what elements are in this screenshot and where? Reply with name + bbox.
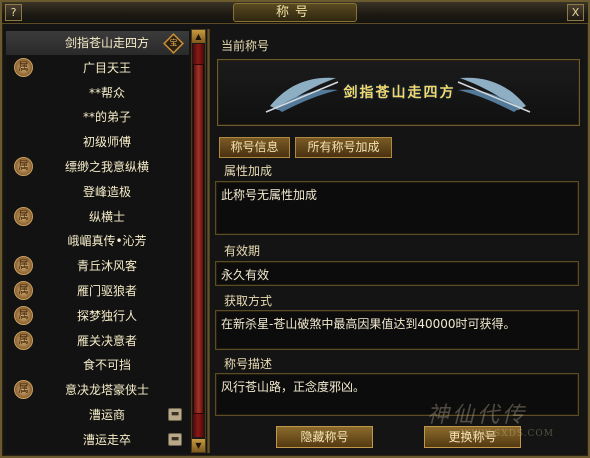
- list-item[interactable]: 属 探梦独行人: [6, 304, 189, 328]
- attr-bonus-label: 属性加成: [224, 164, 273, 178]
- diamond-badge-label: 宝: [169, 39, 178, 48]
- list-item-label: 雁关决意者: [76, 333, 137, 348]
- list-item-label: 雁门驱狼者: [76, 284, 137, 298]
- badge-icon: 属: [14, 281, 33, 300]
- validity-label: 有效期: [224, 244, 261, 258]
- current-title-label: 当前称号: [221, 39, 270, 53]
- obtain-value: 在新杀星-苍山破煞中最高因果值达到40000时可获得。: [221, 317, 516, 331]
- badge-icon: 属: [14, 57, 33, 77]
- title-list: 剑指苍山走四方宝属广目天王 **帮众 **的弟子 初级师傅属缥缈之我意纵横 登峰造极属纵…: [6, 29, 189, 453]
- hide-title-button[interactable]: 隐藏称号: [276, 426, 373, 448]
- list-item[interactable]: 峨嵋真传•沁芳: [6, 229, 189, 253]
- validity-value: 永久有效: [221, 268, 270, 282]
- badge-icon: 属: [14, 206, 33, 226]
- list-item[interactable]: 属 青丘沐风客: [6, 254, 189, 278]
- scroll-down-icon[interactable]: ▼: [192, 439, 205, 452]
- current-title-text: 剑指苍山走四方: [343, 85, 456, 101]
- badge-icon: 属: [14, 380, 33, 400]
- scrollbar[interactable]: ▲ ▼: [191, 29, 206, 453]
- badge-icon: 属: [14, 330, 33, 350]
- lock-icon: ▬: [168, 432, 182, 446]
- list-item[interactable]: 属 雁关决意者: [6, 329, 189, 353]
- obtain-box: 在新杀星-苍山破煞中最高因果值达到40000时可获得。: [215, 310, 579, 350]
- list-item[interactable]: 属 广目天王: [6, 56, 189, 80]
- list-item-label: 初级师傅: [82, 135, 131, 150]
- list-item[interactable]: 初级师傅: [6, 130, 189, 154]
- window-title: 称号: [233, 3, 357, 22]
- list-item-label: **的弟子: [82, 110, 131, 125]
- list-item-label: 意决龙塔豪侠士: [64, 383, 149, 398]
- badge-icon: 属: [14, 256, 33, 276]
- scroll-up-icon[interactable]: ▲: [192, 30, 205, 43]
- list-item-label: 漕运走卒: [82, 432, 131, 447]
- list-item[interactable]: 属 意决龙塔豪侠士: [6, 378, 189, 402]
- titlebar[interactable]: ? 称号 X: [2, 2, 588, 24]
- list-item-label: 广目天王: [82, 60, 131, 75]
- list-item[interactable]: **帮众: [6, 81, 189, 105]
- list-item[interactable]: 漕运商 ▬: [6, 403, 189, 427]
- tab-all-bonus[interactable]: 所有称号加成: [295, 137, 392, 158]
- title-window: ? 称号 X 剑指苍山走四方宝属广目天王 **帮众 **的弟子 初级师傅属缥缈之我意纵…: [0, 0, 590, 458]
- list-item[interactable]: 属 雁门驱狼者: [6, 279, 189, 303]
- panel-divider: [207, 29, 210, 453]
- current-title-banner: 剑指苍山走四方: [217, 59, 580, 126]
- list-item-label: 漕运商: [88, 408, 125, 422]
- change-title-button[interactable]: 更换称号: [424, 426, 521, 448]
- list-item-label: **帮众: [88, 85, 125, 100]
- list-item-label: 剑指苍山走四方: [64, 36, 149, 50]
- list-item[interactable]: 属 纵横士: [6, 205, 189, 229]
- badge-icon: 属: [14, 305, 33, 325]
- help-button[interactable]: ?: [5, 4, 22, 21]
- lock-icon: ▬: [168, 408, 182, 421]
- scroll-track[interactable]: [193, 44, 204, 437]
- attr-bonus-box: 此称号无属性加成: [215, 181, 579, 235]
- list-item[interactable]: 剑指苍山走四方 宝: [6, 31, 189, 55]
- desc-value: 风行苍山路，正念度邪凶。: [221, 380, 366, 394]
- close-button[interactable]: X: [567, 4, 584, 21]
- validity-box: 永久有效: [215, 261, 579, 286]
- list-item-label: 探梦独行人: [76, 308, 137, 323]
- tab-title-info[interactable]: 称号信息: [219, 137, 290, 158]
- list-item[interactable]: 漕运走卒 ▬: [6, 428, 189, 452]
- list-item-label: 缥缈之我意纵横: [64, 160, 149, 174]
- attr-bonus-value: 此称号无属性加成: [221, 188, 318, 202]
- list-item[interactable]: 登峰造极: [6, 180, 189, 204]
- list-item[interactable]: 属 缥缈之我意纵横: [6, 155, 189, 179]
- badge-icon: 属: [14, 157, 33, 176]
- list-item[interactable]: **的弟子: [6, 105, 189, 129]
- list-item[interactable]: 食不可挡: [6, 353, 189, 377]
- desc-box: 风行苍山路，正念度邪凶。: [215, 373, 579, 416]
- scroll-thumb[interactable]: [193, 64, 204, 414]
- list-item-label: 登峰造极: [82, 184, 131, 199]
- obtain-label: 获取方式: [224, 294, 273, 308]
- desc-label: 称号描述: [224, 357, 273, 371]
- list-item-label: 峨嵋真传•沁芳: [67, 234, 147, 249]
- list-item-label: 青丘沐风客: [76, 259, 137, 274]
- list-item-label: 食不可挡: [82, 358, 131, 373]
- list-item-label: 纵横士: [88, 209, 125, 224]
